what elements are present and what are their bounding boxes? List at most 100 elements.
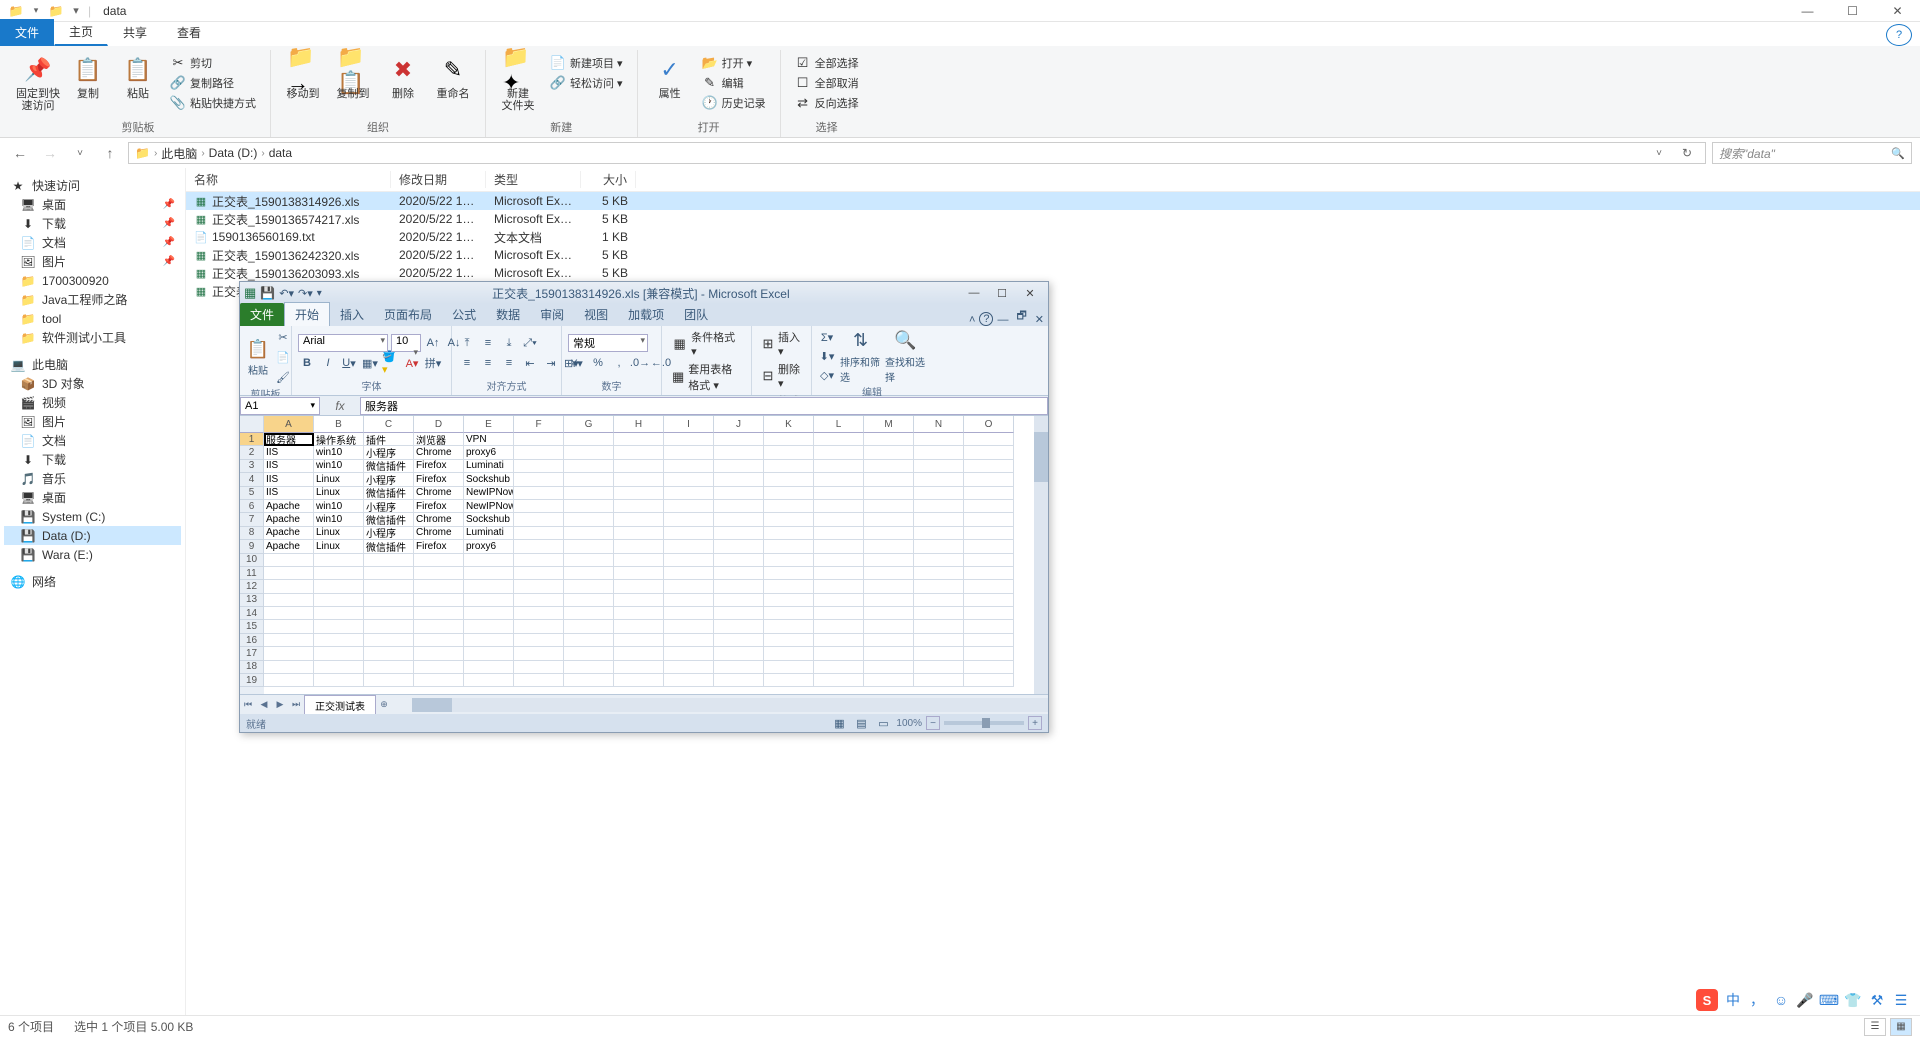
currency-icon[interactable]: ¥▾ — [568, 354, 586, 372]
cell[interactable] — [664, 554, 714, 567]
ime-tools-icon[interactable]: ⚒ — [1868, 991, 1886, 1009]
sidebar-item[interactable]: 📄文档 — [4, 431, 181, 450]
cell[interactable]: Firefox — [414, 460, 464, 473]
cell[interactable] — [964, 554, 1014, 567]
cell[interactable] — [864, 433, 914, 446]
ribbon-button[interactable]: 📁📋复制到 — [331, 50, 375, 100]
file-row[interactable]: ▦正交表_1590138314926.xls2020/5/22 17:05Mic… — [186, 192, 1920, 210]
cell[interactable] — [964, 594, 1014, 607]
excel-tab[interactable]: 数据 — [486, 303, 530, 326]
excel-tab[interactable]: 团队 — [674, 303, 718, 326]
cell[interactable] — [964, 567, 1014, 580]
view-details-button[interactable]: ☰ — [1864, 1018, 1886, 1036]
fx-label[interactable]: fx — [320, 399, 360, 413]
cell[interactable] — [464, 594, 514, 607]
column-header[interactable]: O — [964, 416, 1014, 433]
cell[interactable] — [814, 554, 864, 567]
cell[interactable] — [864, 567, 914, 580]
cell[interactable] — [364, 554, 414, 567]
cell[interactable] — [614, 594, 664, 607]
zoom-slider[interactable] — [944, 721, 1024, 725]
align-top-icon[interactable]: ⤒ — [458, 334, 476, 352]
cell[interactable] — [764, 634, 814, 647]
phonetic-button[interactable]: 拼▾ — [424, 354, 442, 372]
inc-decimal-icon[interactable]: .0→ — [631, 354, 649, 372]
cell[interactable]: 小程序 — [364, 500, 414, 513]
cell[interactable] — [814, 487, 864, 500]
cell[interactable]: 微信插件 — [364, 540, 414, 553]
cell[interactable]: IIS — [264, 460, 314, 473]
ribbon-small-button[interactable]: 📄新建项目 ▾ — [546, 54, 627, 72]
sidebar-item[interactable]: 🎬视频 — [4, 393, 181, 412]
horizontal-scrollbar[interactable] — [412, 698, 1048, 712]
row-header[interactable]: 3 — [240, 460, 264, 473]
ime-punct-icon[interactable]: ， — [1748, 991, 1766, 1009]
cell[interactable] — [564, 620, 614, 633]
cell[interactable] — [964, 607, 1014, 620]
align-middle-icon[interactable]: ≡ — [479, 334, 497, 352]
excel-maximize-button[interactable]: ☐ — [988, 284, 1016, 302]
row-header[interactable]: 5 — [240, 487, 264, 500]
cell[interactable] — [364, 594, 414, 607]
cell[interactable] — [264, 661, 314, 674]
cell[interactable] — [814, 647, 864, 660]
sidebar-item[interactable]: 💾System (C:) — [4, 507, 181, 526]
cell[interactable] — [814, 674, 864, 687]
col-size[interactable]: 大小 — [581, 171, 636, 188]
cell[interactable]: Apache — [264, 500, 314, 513]
excel-minimize-button[interactable]: — — [960, 284, 988, 302]
cell[interactable] — [664, 580, 714, 593]
refresh-button[interactable]: ↻ — [1675, 141, 1699, 165]
column-header[interactable]: K — [764, 416, 814, 433]
cell[interactable] — [264, 554, 314, 567]
cell[interactable] — [764, 674, 814, 687]
cell[interactable] — [814, 594, 864, 607]
cell[interactable] — [264, 634, 314, 647]
row-header[interactable]: 1 — [240, 433, 264, 446]
align-right-icon[interactable]: ≡ — [500, 354, 518, 372]
cell[interactable] — [764, 500, 814, 513]
cell[interactable] — [814, 607, 864, 620]
cell[interactable]: 插件 — [364, 433, 414, 446]
autosum-icon[interactable]: Σ▾ — [818, 328, 836, 346]
ribbon-button[interactable]: 📁✦新建 文件夹 — [496, 50, 540, 112]
cell[interactable] — [414, 647, 464, 660]
cell[interactable] — [714, 554, 764, 567]
col-type[interactable]: 类型 — [486, 171, 581, 188]
cell[interactable] — [814, 460, 864, 473]
cell[interactable]: Firefox — [414, 473, 464, 486]
cell[interactable] — [714, 446, 764, 459]
cell[interactable] — [814, 540, 864, 553]
row-header[interactable]: 7 — [240, 513, 264, 526]
cell[interactable] — [664, 513, 714, 526]
cell[interactable] — [764, 487, 814, 500]
cell[interactable] — [614, 661, 664, 674]
cell[interactable] — [914, 580, 964, 593]
ribbon-small-button[interactable]: ☑全部选择 — [791, 54, 863, 72]
tab-view[interactable]: 查看 — [162, 19, 216, 46]
cell[interactable]: Firefox — [414, 500, 464, 513]
cell[interactable]: proxy6 — [464, 540, 514, 553]
cell[interactable] — [264, 674, 314, 687]
cell[interactable] — [714, 500, 764, 513]
sidebar-item[interactable]: 🖼图片📌 — [4, 252, 181, 271]
cell[interactable] — [714, 513, 764, 526]
row-header[interactable]: 9 — [240, 540, 264, 553]
cell[interactable]: NewIPNow — [464, 487, 514, 500]
view-layout-icon[interactable]: ▤ — [852, 714, 870, 732]
cell[interactable] — [364, 607, 414, 620]
name-box[interactable]: A1 — [240, 397, 320, 415]
minimize-button[interactable]: — — [1785, 0, 1830, 22]
excel-help-icon[interactable]: ? — [979, 312, 993, 326]
workbook-restore-icon[interactable]: 🗗 — [1012, 307, 1030, 326]
cell[interactable] — [664, 460, 714, 473]
cell[interactable] — [414, 674, 464, 687]
cell[interactable] — [514, 620, 564, 633]
cell[interactable] — [414, 620, 464, 633]
cell[interactable] — [464, 661, 514, 674]
cell[interactable] — [764, 433, 814, 446]
cell[interactable]: Chrome — [414, 446, 464, 459]
cell[interactable] — [564, 674, 614, 687]
cell[interactable]: 服务器 — [264, 433, 314, 446]
cell[interactable] — [514, 594, 564, 607]
